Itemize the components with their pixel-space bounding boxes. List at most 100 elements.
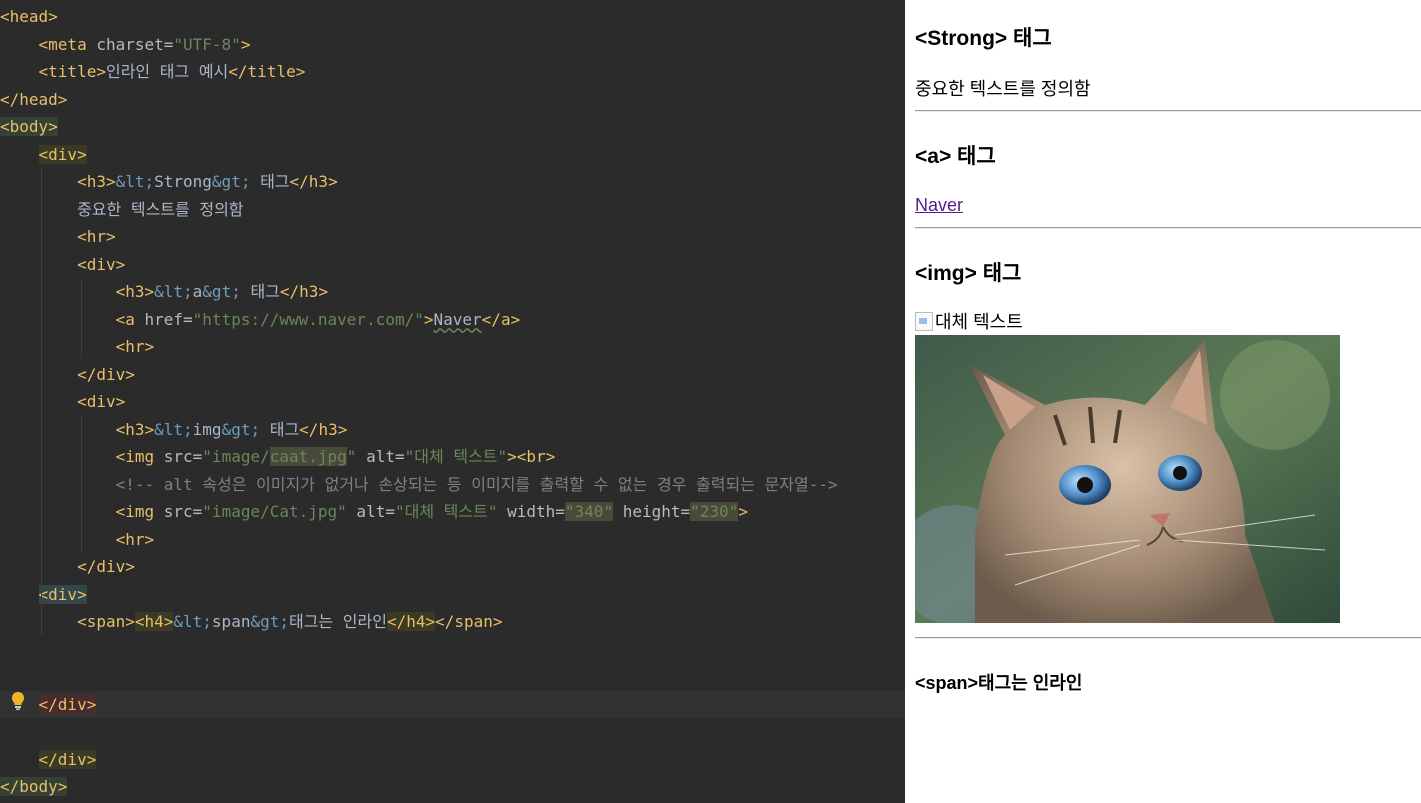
code-token: src=	[163, 447, 203, 466]
code-token: &gt;	[221, 419, 261, 439]
code-token: "대체 텍스트"	[394, 502, 498, 521]
code-token: >	[738, 502, 748, 521]
code-token: </h3>	[289, 172, 338, 191]
code-token: 인라인 태그 예시	[105, 62, 229, 81]
code-token: </div>	[38, 749, 97, 769]
code-line[interactable]: 중요한 텍스트를 정의함	[0, 196, 244, 223]
code-token: charset=	[96, 34, 174, 54]
code-token: &gt;	[202, 282, 241, 301]
code-line[interactable]: <div>	[0, 251, 125, 278]
code-token: img	[192, 419, 222, 439]
code-line[interactable]: <meta charset="UTF-8">	[0, 31, 251, 58]
code-token: <hr>	[115, 529, 155, 549]
naver-link[interactable]: Naver	[915, 195, 963, 216]
code-token: <span>	[77, 612, 135, 631]
code-token: a	[192, 282, 203, 301]
code-line[interactable]: <!-- alt 속성은 이미지가 없거나 손상되는 등 이미지를 출력할 수 …	[0, 471, 838, 498]
code-token: alt=	[356, 447, 405, 466]
code-token: Naver	[433, 309, 482, 329]
lightbulb-icon[interactable]	[10, 691, 26, 711]
code-token: <!-- alt 속성은 이미지가 없거나 손상되는 등 이미지를 출력할 수 …	[115, 474, 838, 494]
code-line[interactable]: <img src="image/Cat.jpg" alt="대체 텍스트" wi…	[0, 498, 748, 525]
code-token: width=	[497, 502, 565, 521]
code-token: <div>	[77, 392, 126, 411]
code-token: 태그	[250, 172, 290, 191]
cat-image	[915, 335, 1340, 623]
indent-guide	[81, 416, 82, 552]
code-token: >	[240, 34, 251, 54]
code-line[interactable]: </body>	[0, 773, 68, 800]
code-line[interactable]: <title>인라인 태그 예시</title>	[0, 58, 306, 85]
broken-image-icon	[915, 311, 933, 331]
code-token: </a>	[481, 309, 521, 329]
code-token: <hr>	[115, 337, 155, 356]
code-line[interactable]: <h3>&lt;a&gt; 태그</h3>	[0, 278, 328, 305]
code-line[interactable]: <img src="image/caat.jpg" alt="대체 텍스트"><…	[0, 443, 555, 470]
code-token: &gt;	[211, 172, 251, 191]
code-line[interactable]: </div>	[0, 746, 97, 773]
code-token: >	[423, 309, 434, 329]
divider	[915, 637, 1421, 639]
code-line[interactable]: <h3>&lt;Strong&gt; 태그</h3>	[0, 168, 338, 195]
code-token: <div>	[38, 584, 87, 604]
code-token: <meta	[38, 34, 97, 54]
code-token: <h4>	[134, 612, 174, 631]
code-token: span	[211, 612, 251, 631]
code-line[interactable]: <hr>	[0, 526, 155, 553]
code-token: "https://www.naver.com/"	[192, 309, 424, 329]
code-token: </body>	[0, 777, 68, 796]
code-token: <img	[115, 502, 164, 521]
code-line[interactable]: <hr>	[0, 333, 155, 360]
code-line[interactable]: <body>	[0, 113, 58, 140]
indent-guide	[41, 168, 42, 635]
code-line[interactable]: <hr>	[0, 223, 116, 250]
alt-text: 대체 텍스트	[935, 312, 1023, 332]
code-token: </head>	[0, 89, 68, 109]
code-token: "image/	[202, 447, 270, 466]
code-token: caat.jpg	[269, 447, 347, 466]
code-line[interactable]: </div>	[0, 361, 135, 388]
code-token: 태그는 인라인	[288, 612, 387, 631]
code-line[interactable]: <a href="https://www.naver.com/">Naver</…	[0, 306, 521, 333]
code-token: "대체 텍스트"	[404, 447, 508, 466]
code-token: "	[346, 447, 357, 466]
code-token: <div>	[77, 254, 126, 274]
code-token: <img	[115, 447, 164, 466]
code-token: </h3>	[279, 282, 329, 301]
strong-text: 중요한 텍스트를 정의함	[915, 79, 1091, 99]
code-token: </h3>	[299, 419, 348, 439]
code-token: 태그	[240, 282, 280, 301]
code-line[interactable]: <head>	[0, 3, 58, 30]
code-token: "image/Cat.jpg"	[202, 502, 347, 521]
code-line[interactable]: <span><h4>&lt;span&gt;태그는 인라인</h4></span…	[0, 608, 503, 635]
code-token: </h4>	[386, 612, 436, 631]
code-line[interactable]: </head>	[0, 86, 67, 113]
code-token: "230"	[690, 502, 739, 521]
heading-span: <span>태그는 인라인	[915, 673, 1083, 693]
code-line[interactable]: <div>	[0, 388, 125, 415]
code-token: 태그	[260, 419, 300, 439]
code-line[interactable]: <div>	[0, 581, 87, 608]
code-line[interactable]: <div>	[0, 141, 87, 168]
code-editor[interactable]: <head> <meta charset="UTF-8"> <title>인라인…	[0, 0, 905, 803]
code-token: 중요한 텍스트를 정의함	[77, 199, 244, 219]
code-line[interactable]: </div>	[0, 553, 135, 580]
code-token: Strong	[154, 172, 212, 191]
code-line[interactable]: <h3>&lt;img&gt; 태그</h3>	[0, 416, 348, 443]
code-token: <head>	[0, 7, 58, 26]
code-token: <h3>	[115, 419, 155, 439]
code-line[interactable]: </div>	[0, 690, 905, 718]
